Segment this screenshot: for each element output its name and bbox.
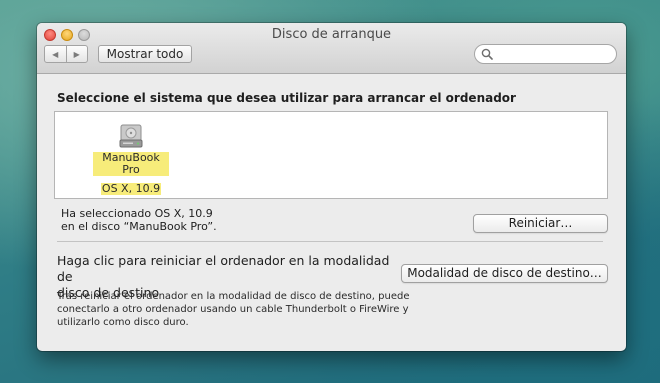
back-forward-control: ◀ ▶ bbox=[44, 45, 88, 63]
divider bbox=[57, 241, 603, 242]
target-desc-line3: utilizarlo como disco duro. bbox=[57, 317, 189, 328]
selection-line2: en el disco “ManuBook Pro”. bbox=[61, 220, 217, 233]
target-disk-description: Tras reiniciar el ordenador en la modali… bbox=[57, 290, 417, 329]
disk-list: ManuBook Pro OS X, 10.9 bbox=[54, 111, 608, 199]
show-all-button[interactable]: Mostrar todo bbox=[98, 45, 192, 63]
target-desc-line1: Tras reiniciar el ordenador en la modali… bbox=[57, 291, 410, 302]
target-disk-mode-button[interactable]: Modalidad de disco de destino… bbox=[401, 264, 608, 283]
disk-name-line2: OS X, 10.9 bbox=[100, 182, 162, 195]
forward-button[interactable]: ▶ bbox=[65, 46, 88, 62]
title-bar: Disco de arranque ◀ ▶ Mostrar todo bbox=[37, 23, 626, 74]
magnifier-icon bbox=[481, 48, 493, 60]
target-desc-line2: conectarlo a otro ordenador usando un ca… bbox=[57, 304, 409, 315]
search-field[interactable] bbox=[474, 44, 617, 64]
selection-line1: Ha seleccionado OS X, 10.9 bbox=[61, 207, 213, 220]
disk-name-line1: ManuBook Pro bbox=[93, 152, 169, 176]
page-heading: Seleccione el sistema que desea utilizar… bbox=[57, 91, 516, 105]
chevron-right-icon: ▶ bbox=[73, 49, 80, 59]
chevron-left-icon: ◀ bbox=[52, 49, 59, 59]
target-heading-line1: Haga clic para reiniciar el ordenador en… bbox=[57, 253, 390, 284]
selection-summary: Ha seleccionado OS X, 10.9 en el disco “… bbox=[61, 207, 217, 233]
restart-button[interactable]: Reiniciar… bbox=[473, 214, 608, 233]
back-button[interactable]: ◀ bbox=[45, 46, 66, 62]
hard-drive-icon bbox=[119, 124, 143, 148]
window-title: Disco de arranque bbox=[271, 27, 392, 42]
startup-disk-window: Disco de arranque ◀ ▶ Mostrar todo Selec… bbox=[37, 23, 626, 351]
disk-item-manubook-pro[interactable]: ManuBook Pro OS X, 10.9 bbox=[93, 122, 169, 196]
